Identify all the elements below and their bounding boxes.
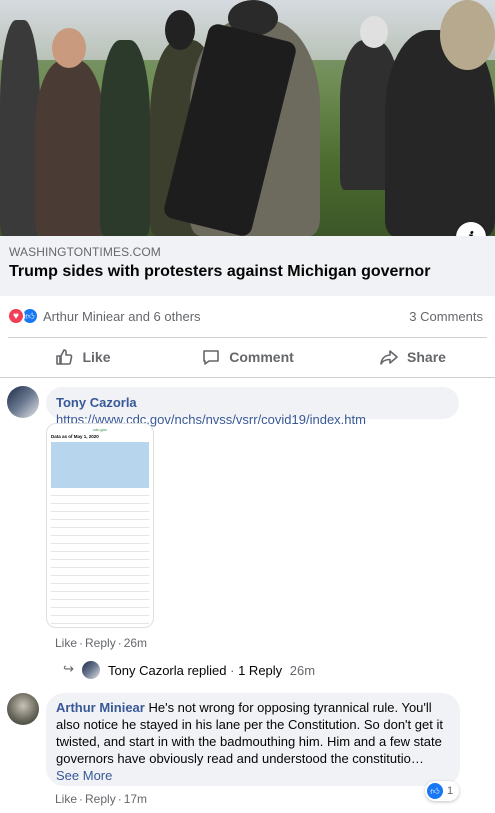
comment-bubble: Arthur Miniear He's not wrong for opposi… <box>46 693 460 786</box>
table-row <box>51 616 149 624</box>
figure <box>100 40 150 236</box>
avatar-tony-cazorla[interactable] <box>7 386 39 418</box>
speech-bubble-icon <box>203 350 220 365</box>
like-label: Like <box>82 349 111 365</box>
table-row <box>51 544 149 552</box>
table-row <box>51 592 149 600</box>
link-domain: WASHINGTONTIMES.COM <box>9 245 161 259</box>
reaction-icons: ♥ 👍︎ <box>7 307 39 325</box>
table-row <box>51 504 149 512</box>
reactions-row[interactable]: ♥ 👍︎ Arthur Miniear and 6 others 3 Comme… <box>0 303 495 329</box>
comment-like-link[interactable]: Like <box>55 636 77 650</box>
article-image[interactable] <box>0 0 495 236</box>
comment-time[interactable]: 17m <box>124 792 147 806</box>
link-title[interactable]: Trump sides with protesters against Mich… <box>9 263 486 281</box>
comment-author[interactable]: Arthur Miniear <box>56 700 145 715</box>
thumbs-up-icon <box>56 349 73 365</box>
comment-time[interactable]: 26m <box>124 636 147 650</box>
table-row <box>51 576 149 584</box>
comment-button[interactable]: Comment <box>165 338 330 376</box>
comment-label: Comment <box>229 349 294 365</box>
cdc-table-header <box>51 442 149 488</box>
comment-meta: Like · Reply · 26m <box>55 636 148 650</box>
replies-text: Tony Cazorla replied <box>108 663 227 678</box>
figure-head <box>440 0 495 70</box>
table-row <box>51 560 149 568</box>
table-row <box>51 520 149 528</box>
table-row <box>51 552 149 560</box>
replies-time: 26m <box>289 663 316 678</box>
table-row <box>51 584 149 592</box>
comment-count[interactable]: 3 Comments <box>409 309 483 324</box>
comment-reply-link[interactable]: Reply <box>85 636 116 650</box>
cdc-table <box>51 442 149 624</box>
comment-meta: Like · Reply · 17m <box>55 792 148 806</box>
comment-reaction-count: 1 <box>447 785 454 797</box>
avatar-small <box>82 661 100 679</box>
figure <box>0 20 40 236</box>
reactions-summary[interactable]: Arthur Miniear and 6 others <box>43 309 201 324</box>
like-button[interactable]: Like <box>0 338 165 376</box>
comment-reaction-chip[interactable]: 👍︎ 1 <box>425 781 460 801</box>
figure-head <box>165 10 195 50</box>
link-preview[interactable]: WASHINGTONTIMES.COM Trump sides with pro… <box>0 236 495 296</box>
table-row <box>51 536 149 544</box>
comment-like-link[interactable]: Like <box>55 792 77 806</box>
table-row <box>51 528 149 536</box>
table-row <box>51 488 149 496</box>
figure-head <box>360 16 388 48</box>
reply-arrow-icon: ↪ <box>63 661 74 676</box>
avatar-arthur-miniear[interactable] <box>7 693 39 725</box>
attachment-caption: Data as of May 1, 2020 <box>51 434 99 439</box>
table-row <box>51 496 149 504</box>
replies-count: 1 Reply <box>238 663 283 678</box>
comment-author[interactable]: Tony Cazorla <box>56 395 137 410</box>
replies-summary[interactable]: Tony Cazorla replied · 1 Reply 26m <box>108 663 315 678</box>
action-bar: Like Comment Share <box>0 338 495 376</box>
table-row <box>51 608 149 616</box>
share-arrow-icon <box>380 350 398 365</box>
comment-bubble: Tony Cazorla https://www.cdc.gov/nchs/nv… <box>46 387 459 427</box>
cdc-logo: cdc.gov <box>93 426 107 432</box>
divider <box>0 377 495 378</box>
comment-attachment-image[interactable]: cdc.gov Data as of May 1, 2020 <box>46 423 154 628</box>
comment-reply-link[interactable]: Reply <box>85 792 116 806</box>
table-row <box>51 512 149 520</box>
share-label: Share <box>407 349 446 365</box>
figure <box>35 60 105 236</box>
table-row <box>51 600 149 608</box>
love-reaction-icon: ♥ <box>7 307 25 325</box>
table-row <box>51 568 149 576</box>
share-button[interactable]: Share <box>330 338 495 376</box>
figure-head <box>52 28 86 68</box>
like-reaction-icon: 👍︎ <box>427 783 443 799</box>
see-more-link[interactable]: See More <box>56 768 112 783</box>
